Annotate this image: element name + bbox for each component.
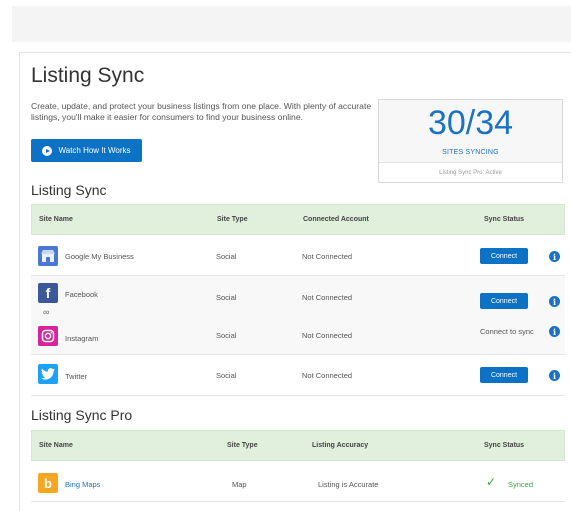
table-row: Google My Business Social Not Connected … <box>31 235 565 276</box>
col-sync-status: Sync Status <box>484 442 525 449</box>
col-connected-account: Connected Account <box>303 216 369 223</box>
bing-icon: b <box>38 473 58 493</box>
info-icon[interactable]: i <box>549 296 560 307</box>
col-site-type: Site Type <box>227 442 258 449</box>
site-name: Facebook <box>65 290 98 299</box>
watch-how-it-works-button[interactable]: Watch How It Works <box>31 139 142 162</box>
site-type: Social <box>216 293 237 302</box>
page-title: Listing Sync <box>31 64 145 87</box>
instagram-icon <box>38 326 58 346</box>
top-bar <box>12 6 571 42</box>
info-icon[interactable]: i <box>549 251 560 262</box>
listing-sync-pro-heading: Listing Sync Pro <box>31 407 133 423</box>
col-listing-accuracy: Listing Accuracy <box>312 442 369 449</box>
connect-button[interactable]: Connect <box>480 248 528 264</box>
listing-accuracy: Listing is Accurate <box>318 480 379 489</box>
info-icon[interactable]: i <box>549 326 560 337</box>
sites-syncing-count: 30/34 <box>427 104 514 142</box>
connected-account: Not Connected <box>302 371 353 380</box>
connected-account: Not Connected <box>302 293 353 302</box>
twitter-icon <box>38 364 58 384</box>
table-row: b Bing Maps Map Listing is Accurate ✓ Sy… <box>31 461 565 502</box>
pro-status-text: Listing Sync Pro: Active <box>439 169 502 176</box>
info-icon[interactable]: i <box>549 370 560 381</box>
site-name-link[interactable]: Bing Maps <box>65 480 100 489</box>
sync-status: Synced <box>508 480 534 489</box>
col-sync-status: Sync Status <box>484 216 525 223</box>
listing-sync-heading: Listing Sync <box>31 182 107 198</box>
site-name: Twitter <box>65 372 88 381</box>
sites-syncing-panel: 30/34 SITES SYNCING Listing Sync Pro: Ac… <box>378 99 563 183</box>
table-row: Twitter Social Not Connected Connect i <box>31 355 565 396</box>
table-row: f Facebook Social Not Connected Connect … <box>31 276 565 355</box>
site-type: Map <box>232 480 247 489</box>
connect-button[interactable]: Connect <box>480 367 528 383</box>
site-name: Instagram <box>65 334 99 343</box>
page-description: Create, update, and protect your busines… <box>31 101 372 122</box>
listing-sync-pro-table-header: Site Name Site Type Listing Accuracy Syn… <box>31 430 565 461</box>
site-type: Social <box>216 331 237 340</box>
col-site-name: Site Name <box>39 442 73 449</box>
col-site-name: Site Name <box>39 216 73 223</box>
site-type: Social <box>216 252 237 261</box>
site-type: Social <box>216 371 237 380</box>
connect-button[interactable]: Connect <box>480 293 528 309</box>
link-icon: ∞ <box>43 307 50 317</box>
check-icon: ✓ <box>486 475 497 489</box>
facebook-icon: f <box>38 283 58 303</box>
google-my-business-icon <box>38 246 58 266</box>
play-icon <box>42 145 53 156</box>
watch-button-label: Watch How It Works <box>58 146 131 155</box>
site-name: Google My Business <box>65 252 134 261</box>
listing-sync-table-header: Site Name Site Type Connected Account Sy… <box>31 204 565 235</box>
connected-account: Not Connected <box>302 252 353 261</box>
col-site-type: Site Type <box>217 216 248 223</box>
sites-syncing-label: SITES SYNCING <box>442 149 499 156</box>
connected-account: Not Connected <box>302 331 353 340</box>
connect-to-sync-text: Connect to sync <box>480 327 534 336</box>
